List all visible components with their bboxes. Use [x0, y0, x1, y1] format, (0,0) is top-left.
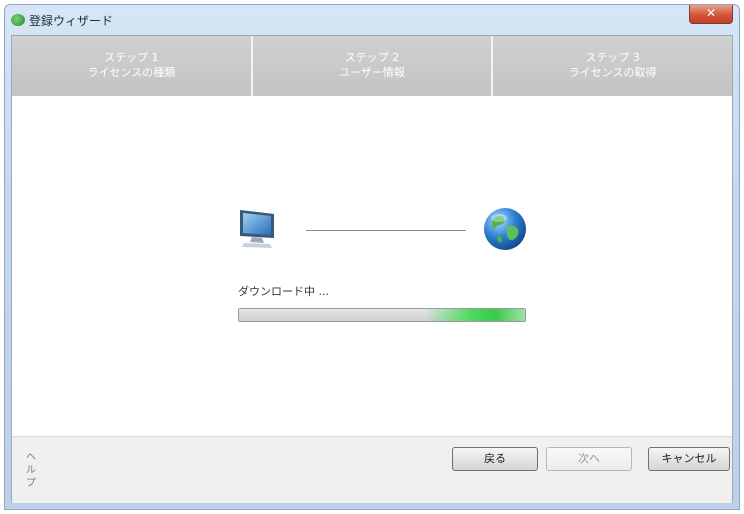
close-button[interactable]: ✕	[689, 5, 733, 24]
title-bar[interactable]: 登録ウィザード ✕	[5, 5, 739, 35]
step-2: ステップ 2 ユーザー情報	[250, 36, 492, 96]
step-indicator: ステップ 1 ライセンスの種類 ステップ 2 ユーザー情報 ステップ 3 ライセ…	[12, 36, 733, 96]
step-3: ステップ 3 ライセンスの取得	[491, 36, 733, 96]
step-name: ユーザー情報	[339, 66, 405, 79]
step-name: ライセンスの種類	[87, 66, 176, 79]
back-button[interactable]: 戻る	[452, 447, 538, 471]
step-number: ステップ 2	[344, 51, 400, 64]
step-number: ステップ 3	[585, 51, 640, 64]
app-icon	[11, 14, 25, 26]
wizard-window: 登録ウィザード ✕ ステップ 1 ライセンスの種類 ステップ 2 ユーザー情報 …	[4, 4, 740, 510]
wizard-client-area: ステップ 1 ライセンスの種類 ステップ 2 ユーザー情報 ステップ 3 ライセ…	[11, 35, 733, 503]
wizard-content: ダウンロード中 ...	[12, 96, 732, 436]
download-progress-bar	[238, 308, 526, 322]
globe-icon	[484, 208, 526, 250]
window-title: 登録ウィザード	[29, 14, 114, 28]
step-number: ステップ 1	[104, 51, 159, 64]
download-status-label: ダウンロード中 ...	[238, 285, 329, 298]
computer-monitor-icon	[240, 210, 274, 248]
wizard-footer: ヘルプ 戻る 次へ キャンセル	[12, 436, 732, 503]
progress-glow	[425, 309, 525, 321]
help-link[interactable]: ヘルプ	[26, 451, 38, 490]
step-1: ステップ 1 ライセンスの種類	[12, 36, 251, 96]
cancel-button[interactable]: キャンセル	[648, 447, 730, 471]
step-name: ライセンスの取得	[568, 66, 657, 79]
next-button[interactable]: 次へ	[546, 447, 632, 471]
connector-line	[306, 230, 466, 231]
